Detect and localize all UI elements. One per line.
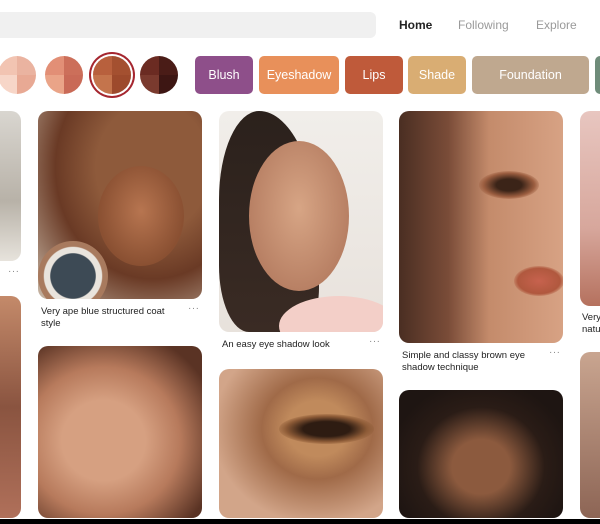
pin-image-curly-portrait[interactable] bbox=[399, 390, 563, 518]
chip-lips[interactable]: Lips bbox=[345, 56, 403, 94]
pin-image-left-bottom[interactable] bbox=[0, 296, 21, 518]
pin-caption: Very ape blue structured coat style bbox=[41, 306, 165, 329]
chip-eyeshadow[interactable]: Eyeshadow bbox=[259, 56, 339, 94]
pinterest-feed: Home Following Explore Blush Eyeshadow L… bbox=[0, 0, 600, 519]
pin-caption: An easy eye shadow look bbox=[222, 339, 330, 350]
tab-home[interactable]: Home bbox=[399, 18, 432, 32]
pin-caption: Simple and classy brown eye shadow techn… bbox=[402, 350, 526, 373]
chip-foundation[interactable]: Foundation bbox=[472, 56, 589, 94]
swatch-coral[interactable] bbox=[45, 56, 83, 94]
tab-explore[interactable]: Explore bbox=[536, 18, 577, 32]
chip-partial[interactable] bbox=[595, 56, 600, 94]
pin-image-closeup[interactable] bbox=[38, 346, 202, 518]
pin-image-right-bottom[interactable] bbox=[580, 352, 600, 518]
pin-image-brown-eye[interactable] bbox=[399, 111, 563, 343]
search-bar[interactable] bbox=[0, 12, 376, 38]
pin-image-curly-hair[interactable] bbox=[38, 111, 202, 299]
pin-image-right-top[interactable] bbox=[580, 111, 600, 306]
chip-blush[interactable]: Blush bbox=[195, 56, 253, 94]
swatch-copper-selected[interactable] bbox=[93, 56, 131, 94]
pin-image-dark-hair[interactable] bbox=[219, 111, 383, 332]
pin-image-left-top[interactable] bbox=[0, 111, 21, 261]
more-icon[interactable]: ··· bbox=[369, 336, 381, 347]
chip-shade[interactable]: Shade bbox=[408, 56, 466, 94]
more-icon[interactable]: ··· bbox=[8, 266, 20, 277]
swatch-brown[interactable] bbox=[140, 56, 178, 94]
pin-caption: Very natu bbox=[582, 312, 600, 335]
pin-image-eyeshadow[interactable] bbox=[219, 369, 383, 518]
swatch-peach[interactable] bbox=[0, 56, 36, 94]
tab-following[interactable]: Following bbox=[458, 18, 509, 32]
more-icon[interactable]: ··· bbox=[188, 303, 200, 314]
more-icon[interactable]: ··· bbox=[549, 347, 561, 358]
